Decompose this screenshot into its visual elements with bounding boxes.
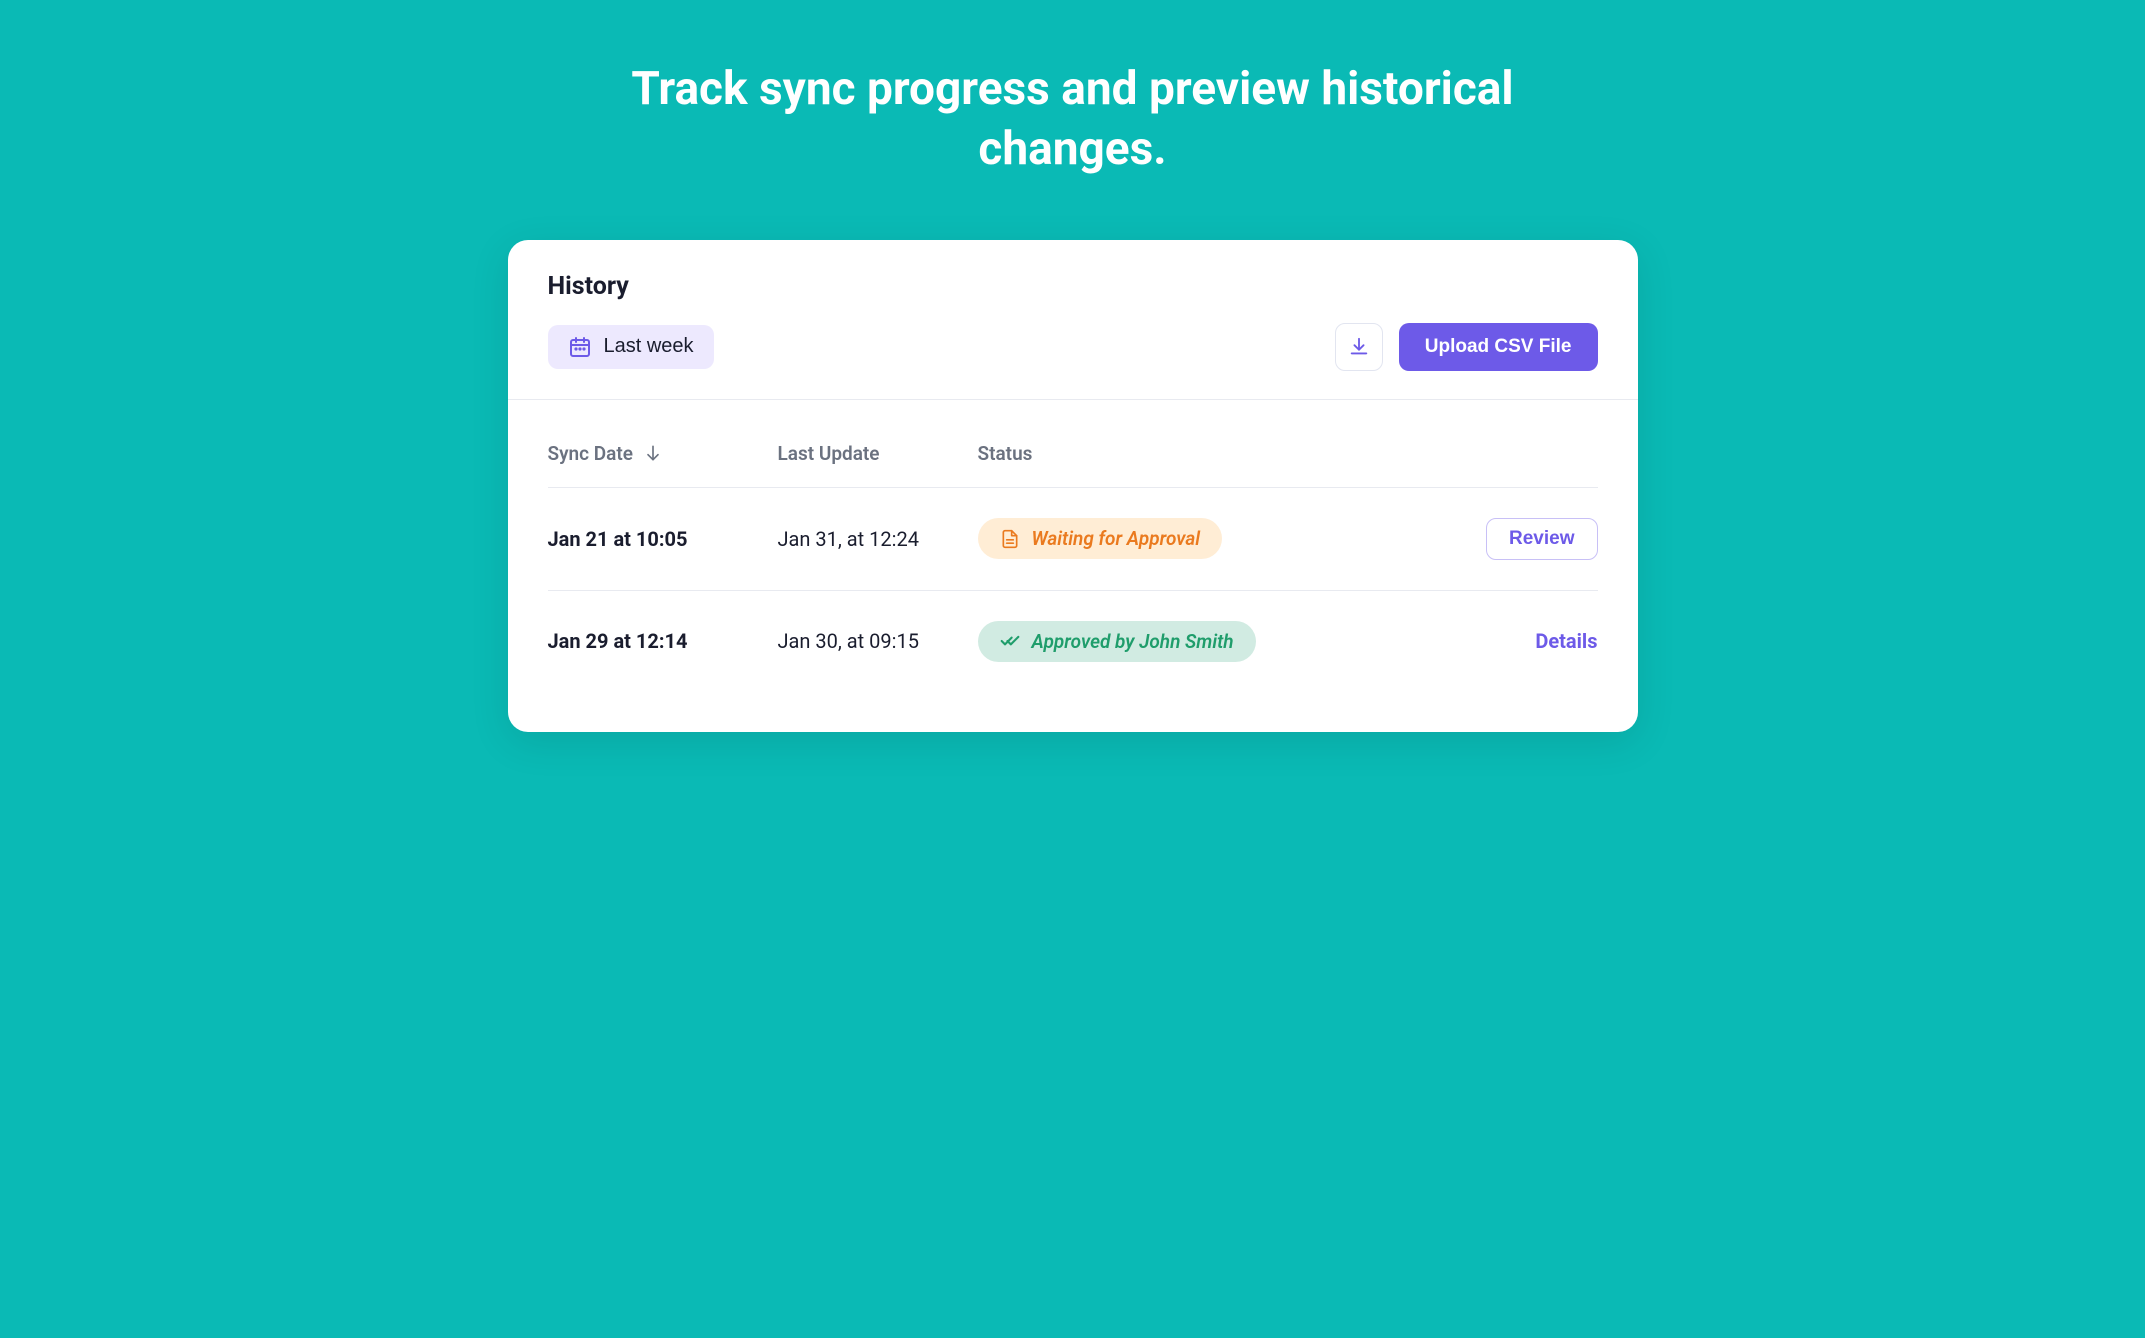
- double-check-icon: [1000, 631, 1020, 651]
- table-row: Jan 29 at 12:14 Jan 30, at 09:15 Approve…: [548, 591, 1598, 692]
- details-link[interactable]: Details: [1535, 629, 1597, 653]
- status-cell: Approved by John Smith: [978, 621, 1448, 662]
- table-header-row: Sync Date Last Update Status: [548, 420, 1598, 488]
- last-update-cell: Jan 30, at 09:15: [778, 629, 968, 653]
- date-filter-button[interactable]: Last week: [548, 325, 714, 369]
- status-badge: Waiting for Approval: [978, 518, 1223, 559]
- toolbar: Last week Upload CSV File: [548, 323, 1598, 371]
- sync-date-cell: Jan 29 at 12:14: [548, 629, 768, 653]
- download-icon: [1348, 336, 1370, 358]
- review-button[interactable]: Review: [1486, 518, 1597, 560]
- download-button[interactable]: [1335, 323, 1383, 371]
- column-header-last-update[interactable]: Last Update: [778, 442, 968, 465]
- history-table: Sync Date Last Update Status Jan 21 at 1…: [508, 400, 1638, 732]
- document-icon: [1000, 529, 1020, 549]
- column-header-sync-date-label: Sync Date: [548, 442, 633, 465]
- column-header-last-update-label: Last Update: [778, 442, 880, 465]
- sync-date-cell: Jan 21 at 10:05: [548, 527, 768, 551]
- last-update-cell: Jan 31, at 12:24: [778, 527, 968, 551]
- column-header-action: [1458, 442, 1598, 465]
- calendar-icon: [568, 335, 592, 359]
- upload-csv-button[interactable]: Upload CSV File: [1399, 323, 1598, 371]
- action-cell: Review: [1458, 518, 1598, 560]
- column-header-status[interactable]: Status: [978, 442, 1448, 465]
- status-badge: Approved by John Smith: [978, 621, 1256, 662]
- page-headline: Track sync progress and preview historic…: [623, 60, 1523, 180]
- toolbar-right: Upload CSV File: [1335, 323, 1598, 371]
- history-card: History Last week: [508, 240, 1638, 732]
- column-header-sync-date[interactable]: Sync Date: [548, 442, 768, 465]
- card-title: History: [548, 272, 1598, 301]
- status-text: Approved by John Smith: [1032, 630, 1234, 653]
- column-header-status-label: Status: [978, 442, 1033, 465]
- sort-down-icon: [643, 443, 663, 463]
- table-row: Jan 21 at 10:05 Jan 31, at 12:24 Waiting…: [548, 488, 1598, 591]
- action-cell: Details: [1458, 629, 1598, 653]
- status-text: Waiting for Approval: [1032, 527, 1201, 550]
- card-header: History Last week: [508, 240, 1638, 399]
- date-filter-label: Last week: [604, 335, 694, 358]
- status-cell: Waiting for Approval: [978, 518, 1448, 559]
